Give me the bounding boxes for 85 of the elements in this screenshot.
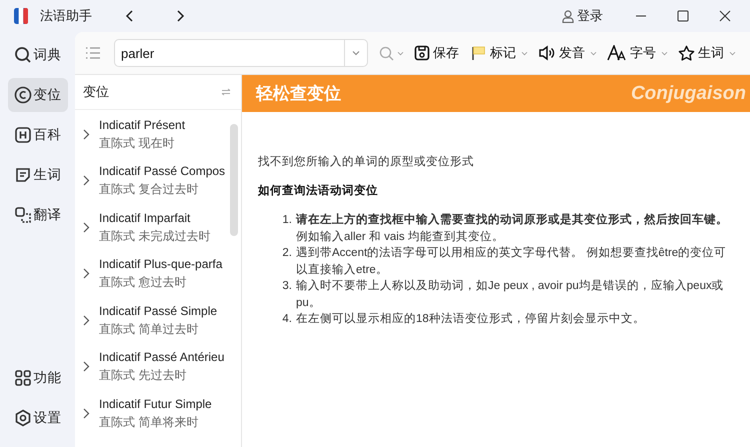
note-icon [14, 166, 32, 184]
tense-name: Indicatif Présent [99, 116, 186, 134]
chevron-right-icon [83, 361, 90, 372]
conjugation-item[interactable]: Indicatif Passé Simple 直陈式 简单过去时 [75, 297, 241, 344]
sidebar-item[interactable]: 翻译 [8, 198, 68, 232]
user-icon [562, 10, 574, 22]
maximize-icon[interactable] [677, 10, 689, 22]
sidebar-item[interactable]: 变位 [8, 78, 68, 112]
chevron-right-icon [83, 128, 90, 140]
tense-translation: 直陈式 愈过去时 [99, 274, 188, 292]
conjugation-item[interactable]: Indicatif Passé Compos 直陈式 复合过去时 [75, 158, 241, 204]
translate-icon [14, 206, 32, 224]
sidebar-item[interactable]: 词典 [8, 38, 68, 72]
conjugation-item[interactable]: Indicatif Passé Antérieu 直陈式 先过去时 [75, 344, 241, 390]
back-chevron-icon[interactable] [125, 9, 135, 23]
step-number: 1. [281, 213, 292, 228]
copyright-icon [14, 86, 32, 104]
caret-icon[interactable] [661, 50, 668, 56]
dropdown-button[interactable] [344, 39, 368, 67]
flag-icon [471, 45, 487, 61]
window-title: 法语助手 [40, 7, 92, 25]
chevron-right-icon [83, 222, 90, 233]
caret-icon[interactable] [397, 50, 404, 56]
swap-icon[interactable] [221, 88, 231, 96]
caret-icon[interactable] [590, 50, 597, 56]
close-icon[interactable] [719, 10, 731, 22]
caret-icon[interactable] [729, 50, 736, 56]
caret-icon[interactable] [521, 50, 528, 56]
conjugation-item[interactable]: Indicatif Présent 直陈式 现在时 [75, 111, 241, 158]
h-square-icon [14, 126, 32, 144]
sidebar-item[interactable]: 百科 [8, 118, 68, 152]
grid-icon [14, 369, 32, 387]
sidebar-item[interactable]: 设置 [8, 401, 68, 435]
tense-translation: 直陈式 简单将来时 [99, 414, 200, 431]
chevron-right-icon [83, 175, 90, 186]
app-logo-icon [14, 8, 28, 24]
tense-name: Indicatif Passé Compos [99, 163, 226, 180]
scrollbar[interactable] [230, 124, 238, 236]
save-icon [414, 45, 430, 61]
tense-translation: 直陈式 简单过去时 [99, 320, 200, 338]
step-number: 4. [281, 312, 292, 327]
conjugation-item[interactable]: Indicatif Futur Simple 直陈式 简单将来时 [75, 390, 241, 436]
help-step: 遇到带Accent的法语字母可以用相应的英文字母代替。 例如想要查找être的变位可以直接输入etre。 [296, 245, 738, 278]
caret-icon [352, 50, 360, 56]
chevron-right-icon [83, 314, 90, 326]
tense-translation: 直陈式 未完成过去时 [99, 228, 210, 245]
star-icon [678, 44, 695, 62]
toolbar-button[interactable]: 字号 [605, 44, 658, 62]
login-button[interactable]: 登录 [562, 7, 603, 25]
toolbar-button[interactable]: 发音 [536, 44, 587, 62]
search-icon[interactable] [379, 46, 394, 60]
toolbar-button[interactable]: 标记 [469, 44, 518, 62]
help-step: 输入时不要带上人称以及助动词，如Je peux , avoir pu均是错误的，应输入peux或pu。 [296, 278, 738, 311]
help-step: 请在左上方的查找框中输入需要查找的动词原形或是其变位形式，然后按回车键。例如输入aller 和 vais 均能查到其变位。 [296, 212, 738, 245]
speaker-icon [538, 45, 556, 61]
sidebar-item[interactable]: 功能 [8, 361, 68, 395]
settings-icon [14, 409, 32, 427]
search-field[interactable]: parler [114, 39, 344, 67]
sidebar-item[interactable]: 生词 [8, 158, 68, 192]
search-icon [14, 46, 32, 64]
chevron-right-icon [83, 408, 90, 419]
toolbar-button[interactable]: 生词 [676, 44, 726, 62]
tense-translation: 直陈式 现在时 [99, 134, 176, 152]
step-number: 3. [281, 279, 292, 294]
chevron-right-icon [83, 268, 90, 280]
conjugation-item[interactable]: Indicatif Plus-que-parfa 直陈式 愈过去时 [75, 250, 241, 297]
tense-name: Indicatif Futur Simple [99, 396, 212, 413]
tense-name: Indicatif Passé Simple [99, 302, 218, 320]
tense-name: Indicatif Passé Antérieu [99, 349, 224, 366]
banner-title: 轻松查变位 [256, 83, 341, 105]
help-step: 在左侧可以显示相应的18种法语变位形式，停留片刻会显示中文。 [296, 311, 645, 328]
list-title: 变位 [83, 83, 109, 101]
conjugation-item[interactable]: Indicatif Imparfait 直陈式 未完成过去时 [75, 204, 241, 250]
tense-translation: 直陈式 复合过去时 [99, 181, 200, 198]
banner-subtitle: Conjugaison [630, 82, 746, 104]
step-number: 2. [281, 246, 292, 261]
tense-name: Indicatif Imparfait [99, 210, 192, 227]
tense-translation: 直陈式 先过去时 [99, 367, 188, 384]
tense-name: Indicatif Plus-que-parfa [99, 256, 222, 274]
list-icon[interactable] [85, 46, 101, 60]
font-size-icon [607, 45, 627, 61]
help-heading: 如何查询法语动词变位 [258, 183, 379, 198]
toolbar-button[interactable]: 保存 [412, 44, 461, 62]
forward-chevron-icon[interactable] [175, 9, 185, 23]
not-found-message: 找不到您所输入的单词的原型或变位形式 [258, 154, 475, 169]
